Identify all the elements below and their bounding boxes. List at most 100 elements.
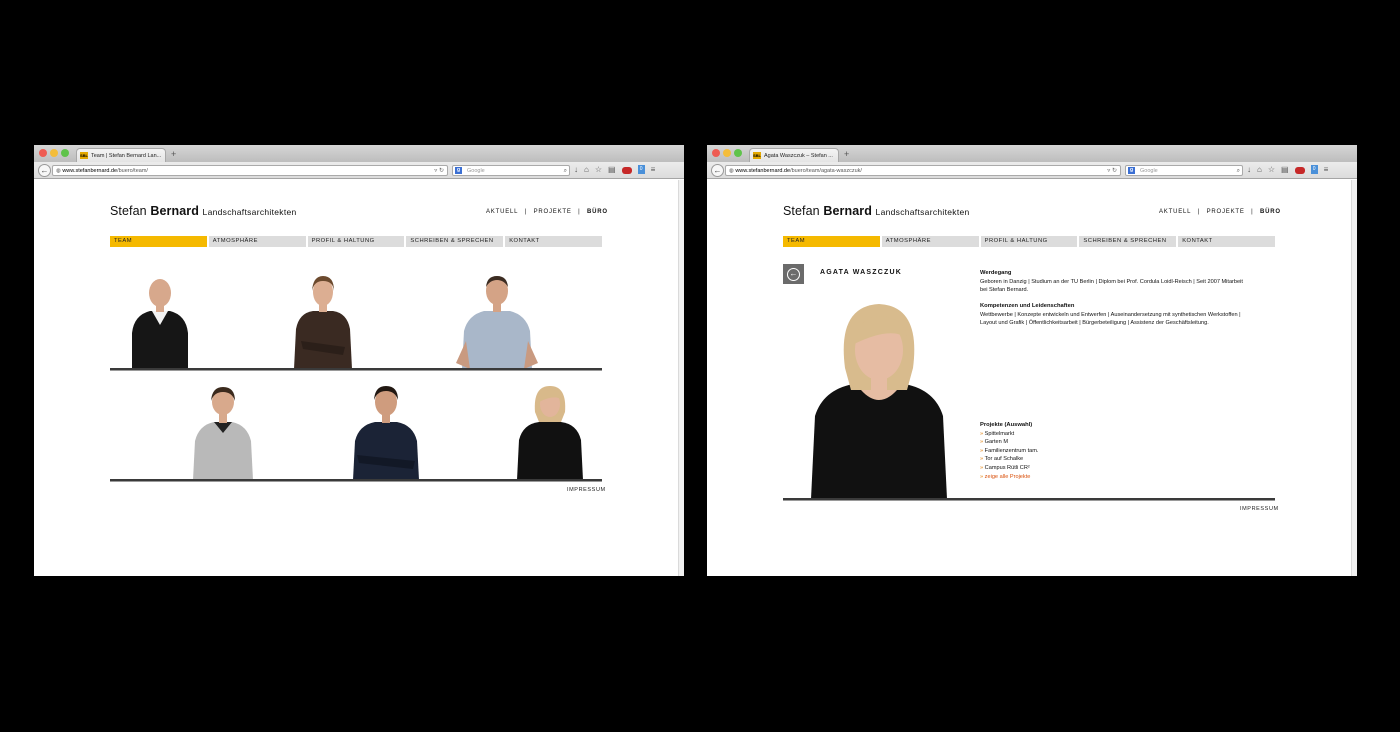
address-bar[interactable]: ◍ www.stefanbernard.de/buero/team/agata-…: [725, 165, 1121, 176]
project-link[interactable]: » Garten M: [980, 438, 1038, 447]
nav-projekte[interactable]: PROJEKTE: [534, 209, 572, 215]
menu-icon[interactable]: ≡: [651, 165, 656, 175]
tab-kontakt[interactable]: KONTAKT: [1178, 236, 1275, 247]
adblock-icon[interactable]: [621, 167, 632, 174]
scrollbar[interactable]: [678, 180, 684, 576]
project-link[interactable]: » Tor auf Schalke: [980, 455, 1038, 464]
browser-tab[interactable]: SBL Team | Stefan Bernard Lan...: [76, 148, 166, 162]
tab-schreiben-sprechen[interactable]: SCHREIBEN & SPRECHEN: [1079, 236, 1177, 247]
shelf-divider: [783, 498, 1275, 501]
shelf-divider: [110, 368, 602, 371]
home-icon[interactable]: ⌂: [1257, 165, 1262, 175]
back-arrow-icon[interactable]: ←: [711, 164, 724, 177]
all-projects-label: zeige alle Projekte: [984, 473, 1031, 480]
star-icon[interactable]: ☆: [1268, 165, 1275, 175]
impressum-link[interactable]: IMPRESSUM: [567, 487, 606, 493]
logo-last: Bernard: [823, 204, 872, 218]
nav-separator: |: [578, 209, 581, 215]
nav-buero[interactable]: BÜRO: [587, 209, 608, 215]
project-label: Familienzentrum tam.: [984, 447, 1039, 454]
back-button[interactable]: ←: [783, 264, 804, 284]
url-path: /buero/team/: [117, 168, 148, 174]
window-controls: [712, 149, 742, 157]
tab-atmosphaere[interactable]: ATMOSPHÄRE: [881, 236, 979, 247]
nav-separator: |: [1251, 209, 1254, 215]
reload-icon[interactable]: ▿ ↻: [434, 166, 444, 175]
address-bar[interactable]: ◍ www.stefanbernard.de/buero/team/ ▿ ↻: [52, 165, 448, 176]
close-icon[interactable]: [712, 149, 720, 157]
search-input[interactable]: g Google ⌕: [1125, 165, 1243, 176]
shelf-divider: [110, 479, 602, 482]
impressum-link[interactable]: IMPRESSUM: [1240, 506, 1279, 512]
extension-icon[interactable]: 0: [637, 165, 645, 174]
team-member-photo[interactable]: [456, 271, 538, 369]
search-icon[interactable]: ⌕: [564, 166, 567, 176]
clipboard-icon[interactable]: ▤: [1281, 165, 1289, 175]
project-link[interactable]: » Familienzentrum tam.: [980, 447, 1038, 456]
tab-title: Agata Waszczuk – Stefan ...: [764, 152, 833, 159]
star-icon[interactable]: ☆: [595, 165, 602, 175]
tab-team[interactable]: TEAM: [783, 236, 880, 247]
site-favicon-icon: SBL: [80, 152, 88, 159]
download-icon[interactable]: ↓: [574, 165, 578, 175]
new-tab-icon[interactable]: +: [844, 149, 849, 159]
new-tab-icon[interactable]: +: [171, 149, 176, 159]
site-logo[interactable]: Stefan Bernard Landschaftsarchitekten: [110, 204, 297, 218]
project-link[interactable]: » Campus Rütli CR²: [980, 464, 1038, 473]
menu-icon[interactable]: ≡: [1324, 165, 1329, 175]
clipboard-icon[interactable]: ▤: [608, 165, 616, 175]
top-navigation: AKTUELL | PROJEKTE | BÜRO: [1159, 209, 1281, 215]
tab-atmosphaere[interactable]: ATMOSPHÄRE: [208, 236, 306, 247]
nav-projekte[interactable]: PROJEKTE: [1207, 209, 1245, 215]
scrollbar[interactable]: [1351, 180, 1357, 576]
team-member-photo[interactable]: [128, 273, 192, 369]
logo-suffix: Landschaftsarchitekten: [202, 207, 297, 217]
tab-schreiben-sprechen[interactable]: SCHREIBEN & SPRECHEN: [406, 236, 504, 247]
search-icon[interactable]: ⌕: [1237, 166, 1240, 176]
back-arrow-icon[interactable]: ←: [38, 164, 51, 177]
tab-team[interactable]: TEAM: [110, 236, 207, 247]
person-name: AGATA WASZCZUK: [820, 269, 902, 276]
extension-icon[interactable]: 0: [1310, 165, 1318, 174]
portrait-photo: [809, 298, 949, 499]
team-member-photo[interactable]: [515, 382, 585, 480]
zoom-icon[interactable]: [61, 149, 69, 157]
tab-profil-haltung[interactable]: PROFIL & HALTUNG: [307, 236, 405, 247]
url-domain: www.stefanbernard.de: [62, 168, 118, 174]
project-link[interactable]: » Spittelmarkt: [980, 430, 1038, 439]
logo-first: Stefan: [783, 204, 820, 218]
download-icon[interactable]: ↓: [1247, 165, 1251, 175]
search-input[interactable]: g Google ⌕: [452, 165, 570, 176]
team-member-photo[interactable]: [351, 383, 421, 480]
browser-tab[interactable]: SBL Agata Waszczuk – Stefan ...: [749, 148, 839, 162]
tab-title: Team | Stefan Bernard Lan...: [91, 152, 162, 159]
tab-bar: SBL Agata Waszczuk – Stefan ... +: [707, 145, 1357, 162]
project-label: Campus Rütli CR²: [984, 464, 1030, 471]
tab-kontakt[interactable]: KONTAKT: [505, 236, 602, 247]
all-projects-link[interactable]: » zeige alle Projekte: [980, 473, 1038, 482]
werdegang-text: Geboren in Danzig | Studium an der TU Be…: [980, 278, 1243, 294]
search-placeholder: Google: [467, 168, 485, 174]
nav-aktuell[interactable]: AKTUELL: [486, 209, 518, 215]
nav-aktuell[interactable]: AKTUELL: [1159, 209, 1191, 215]
home-icon[interactable]: ⌂: [584, 165, 589, 175]
toolbar-icons: ↓ ⌂ ☆ ▤ 0 ≡: [1247, 165, 1328, 175]
minimize-icon[interactable]: [723, 149, 731, 157]
project-label: Garten M: [984, 439, 1008, 446]
close-icon[interactable]: [39, 149, 47, 157]
kompetenzen-title: Kompetenzen und Leidenschaften: [980, 303, 1075, 309]
reload-icon[interactable]: ▿ ↻: [1107, 166, 1117, 175]
url-domain: www.stefanbernard.de: [735, 168, 791, 174]
google-icon: g: [1128, 167, 1135, 174]
adblock-icon[interactable]: [1294, 167, 1305, 174]
nav-separator: |: [524, 209, 528, 215]
team-member-photo[interactable]: [291, 271, 355, 369]
minimize-icon[interactable]: [50, 149, 58, 157]
zoom-icon[interactable]: [734, 149, 742, 157]
logo-first: Stefan: [110, 204, 147, 218]
nav-buero[interactable]: BÜRO: [1260, 209, 1281, 215]
tab-profil-haltung[interactable]: PROFIL & HALTUNG: [980, 236, 1078, 247]
site-logo[interactable]: Stefan Bernard Landschaftsarchitekten: [783, 204, 970, 218]
team-member-photo[interactable]: [190, 383, 256, 480]
browser-window-agata: SBL Agata Waszczuk – Stefan ... + ← ◍ ww…: [707, 145, 1357, 576]
